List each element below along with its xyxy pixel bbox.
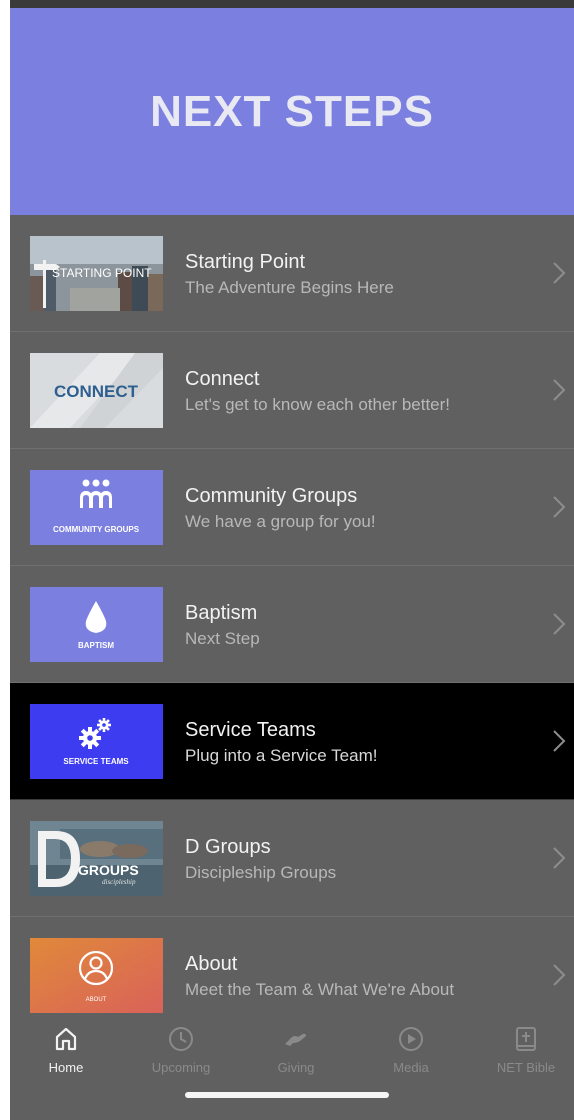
tab-label: Home bbox=[48, 1060, 84, 1075]
list-item-title: D Groups bbox=[185, 836, 271, 858]
tab-label: NET Bible bbox=[496, 1060, 556, 1075]
list-item-d-groups[interactable]: GROUPS discipleship D Groups Discipleshi… bbox=[10, 800, 574, 917]
status-bar bbox=[10, 0, 574, 8]
page-title: NEXT STEPS bbox=[150, 86, 434, 136]
home-icon bbox=[55, 1027, 77, 1051]
chevron-right-icon bbox=[553, 262, 566, 284]
tab-media[interactable]: Media bbox=[355, 1026, 467, 1086]
tab-label: Upcoming bbox=[151, 1060, 211, 1075]
bottom-tab-bar: Home Upcoming Giving Media NET Bible bbox=[10, 1016, 574, 1120]
app-screen: NEXT STEPS STARTING POINT Starting Point… bbox=[10, 0, 574, 1120]
baptism-thumbnail: BAPTISM bbox=[30, 587, 163, 662]
list-item-subtitle: Discipleship Groups bbox=[185, 863, 337, 882]
baptism-thumb-text: BAPTISM bbox=[78, 641, 114, 650]
list-item-subtitle: Meet the Team & What We're About bbox=[185, 980, 455, 999]
chevron-right-icon bbox=[553, 379, 566, 401]
list-item-starting-point[interactable]: STARTING POINT Starting Point The Advent… bbox=[10, 215, 574, 332]
community-groups-thumbnail: COMMUNITY GROUPS bbox=[30, 470, 163, 545]
list-item-title: Baptism bbox=[185, 602, 258, 624]
giving-hand-icon bbox=[285, 1033, 306, 1046]
list-item-title: Starting Point bbox=[185, 251, 306, 273]
list-item-community-groups[interactable]: COMMUNITY GROUPS Community Groups We hav… bbox=[10, 449, 574, 566]
list-item-connect[interactable]: CONNECT Connect Let's get to know each o… bbox=[10, 332, 574, 449]
list-item-subtitle: We have a group for you! bbox=[185, 512, 376, 531]
d-groups-thumbnail: GROUPS discipleship bbox=[30, 821, 163, 896]
list-item-subtitle: Plug into a Service Team! bbox=[185, 746, 378, 765]
list-item-subtitle: Next Step bbox=[185, 629, 260, 648]
chevron-right-icon bbox=[553, 847, 566, 869]
home-indicator[interactable] bbox=[185, 1092, 389, 1098]
list-item-title: Community Groups bbox=[185, 485, 358, 507]
list-item-service-teams[interactable]: SERVICE TEAMS Service Teams Plug into a … bbox=[10, 683, 574, 800]
next-steps-list: STARTING POINT Starting Point The Advent… bbox=[10, 215, 574, 1034]
starting-point-thumb-text: STARTING POINT bbox=[52, 266, 152, 280]
starting-point-thumbnail: STARTING POINT bbox=[30, 236, 163, 311]
connect-thumbnail: CONNECT bbox=[30, 353, 163, 428]
list-item-baptism[interactable]: BAPTISM Baptism Next Step bbox=[10, 566, 574, 683]
tab-home[interactable]: Home bbox=[10, 1026, 122, 1086]
list-item-title: About bbox=[185, 953, 238, 975]
chevron-right-icon bbox=[553, 496, 566, 518]
connect-thumb-text: CONNECT bbox=[54, 382, 139, 401]
d-groups-thumb-script: discipleship bbox=[102, 878, 136, 886]
tab-label: Media bbox=[393, 1060, 429, 1075]
tab-giving[interactable]: Giving bbox=[240, 1026, 352, 1086]
chevron-right-icon bbox=[553, 730, 566, 752]
tab-net-bible[interactable]: NET Bible bbox=[470, 1026, 574, 1086]
about-thumb-text: ABOUT bbox=[86, 997, 107, 1003]
bible-icon bbox=[516, 1027, 536, 1051]
clock-icon bbox=[169, 1027, 193, 1051]
chevron-right-icon bbox=[553, 613, 566, 635]
service-teams-thumb-text: SERVICE TEAMS bbox=[63, 757, 129, 766]
list-item-subtitle: The Adventure Begins Here bbox=[185, 278, 394, 297]
header-banner: NEXT STEPS bbox=[10, 8, 574, 215]
list-item-subtitle: Let's get to know each other better! bbox=[185, 395, 451, 414]
about-thumbnail: ABOUT bbox=[30, 938, 163, 1013]
d-groups-thumb-text: GROUPS bbox=[78, 862, 139, 878]
list-item-title: Connect bbox=[185, 368, 260, 390]
chevron-right-icon bbox=[553, 964, 566, 986]
play-circle-icon bbox=[399, 1027, 423, 1051]
list-item-title: Service Teams bbox=[185, 719, 316, 741]
tab-label: Giving bbox=[277, 1060, 315, 1075]
community-groups-thumb-text: COMMUNITY GROUPS bbox=[53, 525, 140, 534]
tab-upcoming[interactable]: Upcoming bbox=[125, 1026, 237, 1086]
service-teams-thumbnail: SERVICE TEAMS bbox=[30, 704, 163, 779]
